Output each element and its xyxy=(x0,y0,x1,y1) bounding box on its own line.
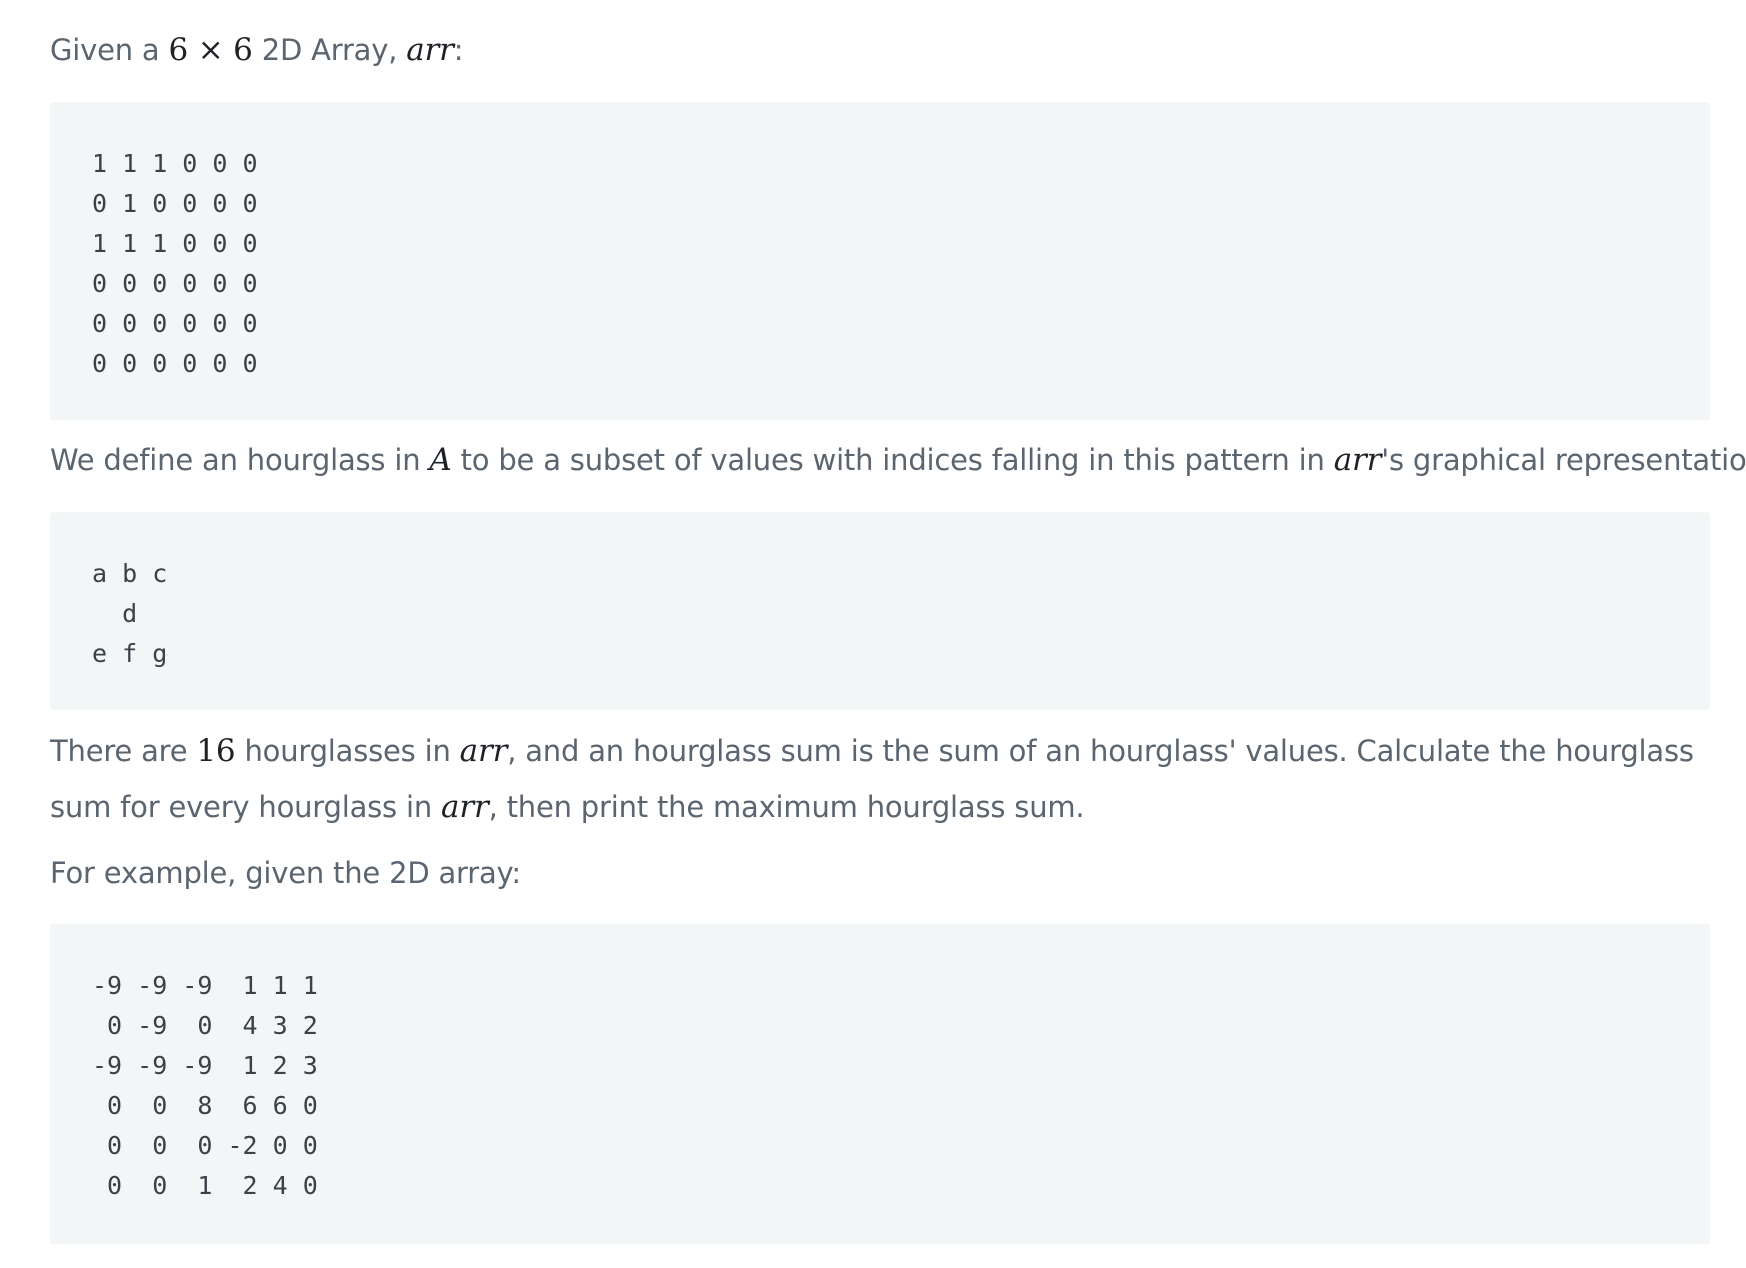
var-arr: arr xyxy=(441,789,489,825)
intro-prefix: Given a xyxy=(50,33,169,67)
dimension-rows: 6 xyxy=(168,32,189,68)
array-code-block: 1 1 1 0 0 0 0 1 0 0 0 0 1 1 1 0 0 0 0 0 … xyxy=(50,102,1710,420)
var-arr: arr xyxy=(1333,442,1382,478)
pattern-code: a b c d e f g xyxy=(92,559,168,668)
var-arr: arr xyxy=(459,733,508,769)
define-suffix: 's graphical representation: xyxy=(1381,443,1746,477)
example-code-block: -9 -9 -9 1 1 1 0 -9 0 4 3 2 -9 -9 -9 1 2… xyxy=(50,924,1710,1244)
times-symbol: × xyxy=(188,32,234,68)
count-paragraph: There are 16 hourglasses in arr, and an … xyxy=(50,723,1710,835)
define-middle: to be a subset of values with indices fa… xyxy=(451,443,1334,477)
intro-colon: : xyxy=(453,33,464,67)
hourglass-count: 16 xyxy=(196,733,236,769)
intro-suffix: 2D Array, xyxy=(252,33,407,67)
example-code: -9 -9 -9 1 1 1 0 -9 0 4 3 2 -9 -9 -9 1 2… xyxy=(92,971,318,1200)
example-intro: For example, given the 2D array: xyxy=(50,856,521,890)
count-suffix: , then print the maximum hourglass sum. xyxy=(488,790,1085,824)
count-mid1: hourglasses in xyxy=(235,734,460,768)
dimension-cols: 6 xyxy=(233,32,253,68)
define-prefix: We define an hourglass in xyxy=(50,443,430,477)
pattern-code-block: a b c d e f g xyxy=(50,512,1710,710)
var-arr: arr xyxy=(406,32,454,68)
var-a: A xyxy=(429,442,452,478)
define-paragraph: We define an hourglass in A to be a subs… xyxy=(50,432,1746,488)
array-code: 1 1 1 0 0 0 0 1 0 0 0 0 1 1 1 0 0 0 0 0 … xyxy=(92,149,258,378)
intro-paragraph: Given a 6 × 6 2D Array, arr: xyxy=(50,22,464,78)
count-prefix: There are xyxy=(50,734,197,768)
